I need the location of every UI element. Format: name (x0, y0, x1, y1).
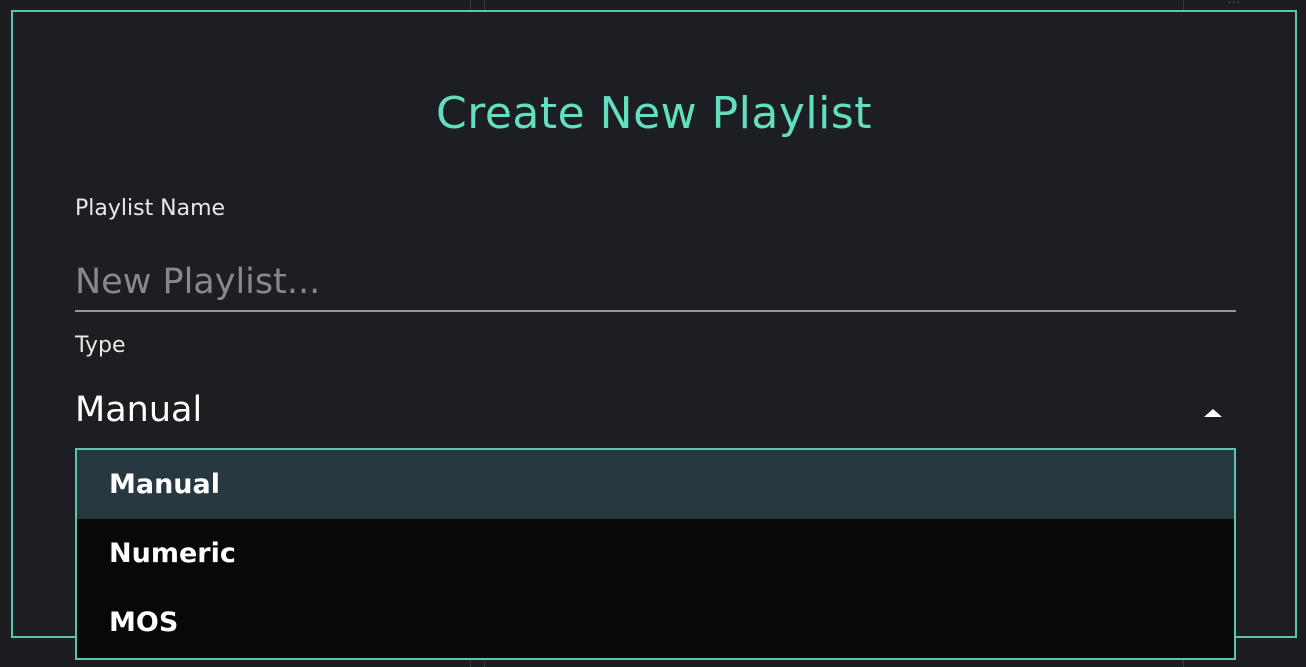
caret-up-icon[interactable] (1204, 409, 1222, 417)
playlist-name-label: Playlist Name (75, 196, 226, 221)
type-label: Type (75, 333, 126, 358)
playlist-name-input[interactable] (75, 254, 1236, 312)
type-select-value[interactable]: Manual (75, 390, 202, 430)
dialog-title: Create New Playlist (435, 88, 873, 139)
dropdown-option-numeric[interactable]: Numeric (77, 519, 1234, 588)
dropdown-option-mos[interactable]: MOS (77, 588, 1234, 657)
dropdown-option-manual[interactable]: Manual (77, 450, 1234, 519)
type-dropdown-menu: Manual Numeric MOS (75, 448, 1236, 660)
more-dots-icon: ··· (1228, 0, 1241, 9)
